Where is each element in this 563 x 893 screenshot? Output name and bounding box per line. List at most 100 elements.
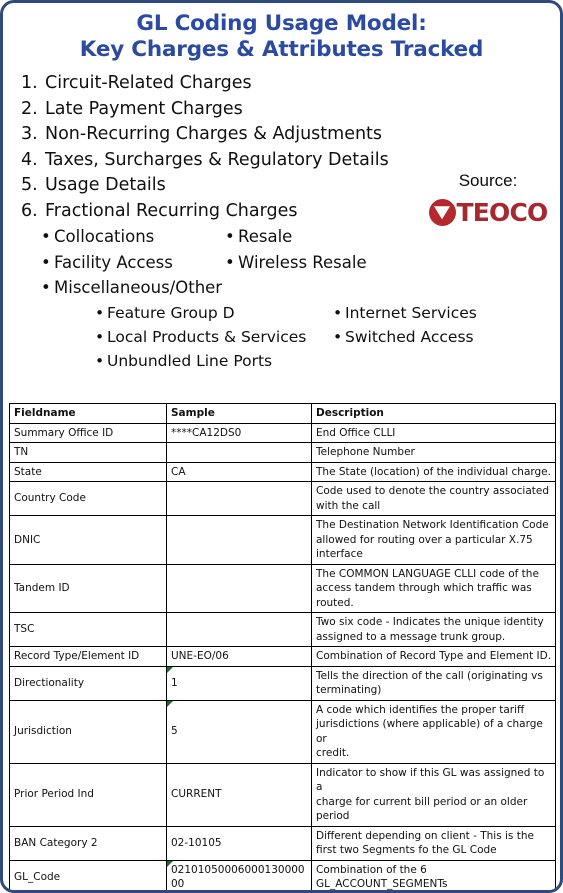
list-label-4: Taxes, Surcharges & Regulatory Details	[45, 149, 389, 170]
sub-bullet-row-3: • Miscellaneous/Other	[3, 275, 560, 301]
cell-fieldname: TN	[9, 442, 167, 463]
sub3-bullet-switched-access: • Switched Access	[333, 325, 474, 349]
sub3-bullet-label: Switched Access	[345, 327, 474, 346]
list-number-6: 6.	[21, 200, 38, 221]
sub-bullet-row-1: • Collocations • Resale	[3, 224, 560, 250]
cell-sample-flagged: 0210105000600013000000	[166, 859, 312, 890]
cell-description: End Office CLLI	[311, 422, 556, 443]
description-line: charge for current bill period or an old…	[316, 795, 528, 808]
bullet-dot-icon: •	[95, 303, 105, 322]
cell-description: The Destination Network Identification C…	[311, 515, 556, 565]
slide-frame: GL Coding Usage Model: Key Charges & Att…	[0, 0, 563, 893]
sub3-bullet-local-products-services: • Local Products & Services	[95, 325, 306, 349]
description-line: interface	[316, 548, 363, 560]
sub-bullet-resale: • Resale	[225, 224, 292, 250]
cell-fieldname: State	[9, 461, 167, 482]
table-row: GL_Code 0210105000600013000000 Combination…	[9, 859, 556, 890]
sub3-bullet-unbundled-line-ports: • Unbundled Line Ports	[95, 349, 272, 373]
list-item-2: 2. Late Payment Charges	[3, 97, 560, 123]
cell-description: Telephone Number	[311, 442, 556, 463]
cell-sample: UNE-EO/06	[166, 646, 312, 667]
list-item-3: 3. Non-Recurring Charges & Adjustments	[3, 122, 560, 148]
cell-sample-flagged: 5	[166, 699, 312, 764]
sub-bullet-label: Miscellaneous/Other	[54, 278, 223, 297]
cell-description: The State (location) of the individual c…	[311, 461, 556, 482]
list-label-2: Late Payment Charges	[45, 98, 243, 119]
table-header-row: Fieldname Sample Description	[9, 403, 556, 424]
sub3-bullet-row-1: • Feature Group D • Internet Services	[3, 301, 560, 325]
description-line: Two six code - Indicates the unique iden…	[316, 616, 544, 628]
bullet-dot-icon: •	[41, 278, 51, 297]
bullet-dot-icon: •	[41, 227, 51, 246]
list-item-1: 1. Circuit-Related Charges	[3, 71, 560, 97]
page-title: GL Coding Usage Model: Key Charges & Att…	[3, 3, 560, 65]
cell-description: Tells the direction of the call (origina…	[311, 665, 556, 701]
cell-sample	[166, 515, 312, 565]
description-line: The COMMON LANGUAGE CLLI code of the	[316, 567, 539, 580]
list-number-3: 3.	[21, 124, 38, 144]
sub-bullet-row-2: • Facility Access • Wireless Resale	[3, 250, 560, 276]
table-row: Summary Office ID ****CA12DS0 End Office C…	[9, 422, 556, 443]
column-header-description: Description	[311, 403, 556, 424]
cell-fieldname: Record Type/Element ID	[9, 646, 167, 667]
cell-fieldname: Country Code	[9, 481, 167, 516]
field-definition-table-wrapper: Fieldname Sample Description Summary Off…	[9, 403, 556, 890]
description-line: Different depending on client - This is …	[316, 829, 534, 842]
bullet-dot-icon: •	[333, 303, 343, 322]
list-label-6: Fractional Recurring Charges	[45, 200, 298, 221]
table-row: BAN Category 2 02-10105 Different dependin…	[9, 825, 556, 861]
sub-bullet-facility-access: • Facility Access	[41, 250, 173, 276]
sub-bullet-miscellaneous-other: • Miscellaneous/Other	[41, 275, 222, 301]
sub3-bullet-label: Unbundled Line Ports	[107, 351, 273, 370]
list-number-5: 5.	[21, 175, 38, 195]
cell-fieldname: Prior Period Ind	[9, 762, 167, 827]
description-line: assigned to a message trunk group.	[316, 630, 506, 643]
sub3-bullet-feature-group-d: • Feature Group D	[95, 301, 235, 325]
bullet-dot-icon: •	[225, 252, 235, 272]
sub-bullet-label: Wireless Resale	[238, 252, 367, 272]
list-number-4: 4.	[21, 149, 38, 170]
sub3-bullet-row-3: • Unbundled Line Ports	[3, 349, 560, 373]
cell-fieldname: GL_Code	[9, 859, 167, 890]
table-row: Prior Period Ind CURRENT Indicator to show…	[9, 762, 556, 827]
description-line: allowed for routing over a particular X.…	[316, 533, 533, 546]
description-line: Code used to denote the country associat…	[316, 485, 550, 497]
table-body: Summary Office ID ****CA12DS0 End Office C…	[9, 422, 556, 890]
list-item-6: 6. Fractional Recurring Charges	[3, 199, 560, 225]
sub-bullet-label: Collocations	[54, 227, 155, 246]
column-header-sample: Sample	[166, 403, 312, 424]
table-row: Jurisdiction 5 A code which identifies the…	[9, 699, 556, 764]
cell-description: Different depending on client - This is …	[311, 825, 556, 861]
numbered-list: 1. Circuit-Related Charges 2. Late Payme…	[3, 71, 560, 224]
description-line: period	[316, 810, 350, 822]
description-line: End Office CLLI	[316, 426, 396, 439]
cell-description: Code used to denote the country associat…	[311, 481, 556, 516]
field-definition-table: Fieldname Sample Description Summary Off…	[9, 403, 556, 890]
sub-bullet-list: • Collocations • Resale • Facility Access •…	[3, 224, 560, 373]
bullet-dot-icon: •	[95, 327, 105, 346]
title-line-1: GL Coding Usage Model:	[136, 11, 427, 36]
cell-sample	[166, 563, 312, 613]
cell-description: Two six code - Indicates the unique iden…	[311, 612, 556, 647]
cell-sample	[166, 481, 312, 516]
sub3-bullet-label: Feature Group D	[107, 303, 235, 322]
description-line: The Destination Network Identification C…	[316, 519, 549, 531]
charge-categories-list: 1. Circuit-Related Charges 2. Late Payme…	[3, 65, 560, 373]
description-line: terminating)	[316, 684, 382, 696]
table-row: Country Code Code used to denote the coun…	[9, 481, 556, 516]
cell-fieldname: DNIC	[9, 515, 167, 565]
cell-fieldname: BAN Category 2	[9, 825, 167, 861]
cell-description: A code which identifies the proper tarif…	[311, 699, 556, 764]
sub-bullet-collocations: • Collocations	[41, 224, 154, 250]
description-line: access tandem through which traffic was	[316, 582, 532, 594]
bullet-dot-icon: •	[41, 252, 51, 272]
cell-description: Combination of the 6 GL_ACCOUNT_SEGMENTs	[311, 859, 556, 890]
cell-description: The COMMON LANGUAGE CLLI code of the acce…	[311, 563, 556, 613]
table-row: TN Telephone Number	[9, 442, 556, 463]
table-row: State CA The State (location) of the indiv…	[9, 461, 556, 482]
sub3-bullet-label: Internet Services	[345, 303, 477, 322]
cell-sample	[166, 612, 312, 647]
list-label-3: Non-Recurring Charges & Adjustments	[45, 124, 383, 144]
cell-fieldname: Directionality	[9, 665, 167, 701]
description-line: first two Segments fo the GL Code	[316, 844, 497, 856]
